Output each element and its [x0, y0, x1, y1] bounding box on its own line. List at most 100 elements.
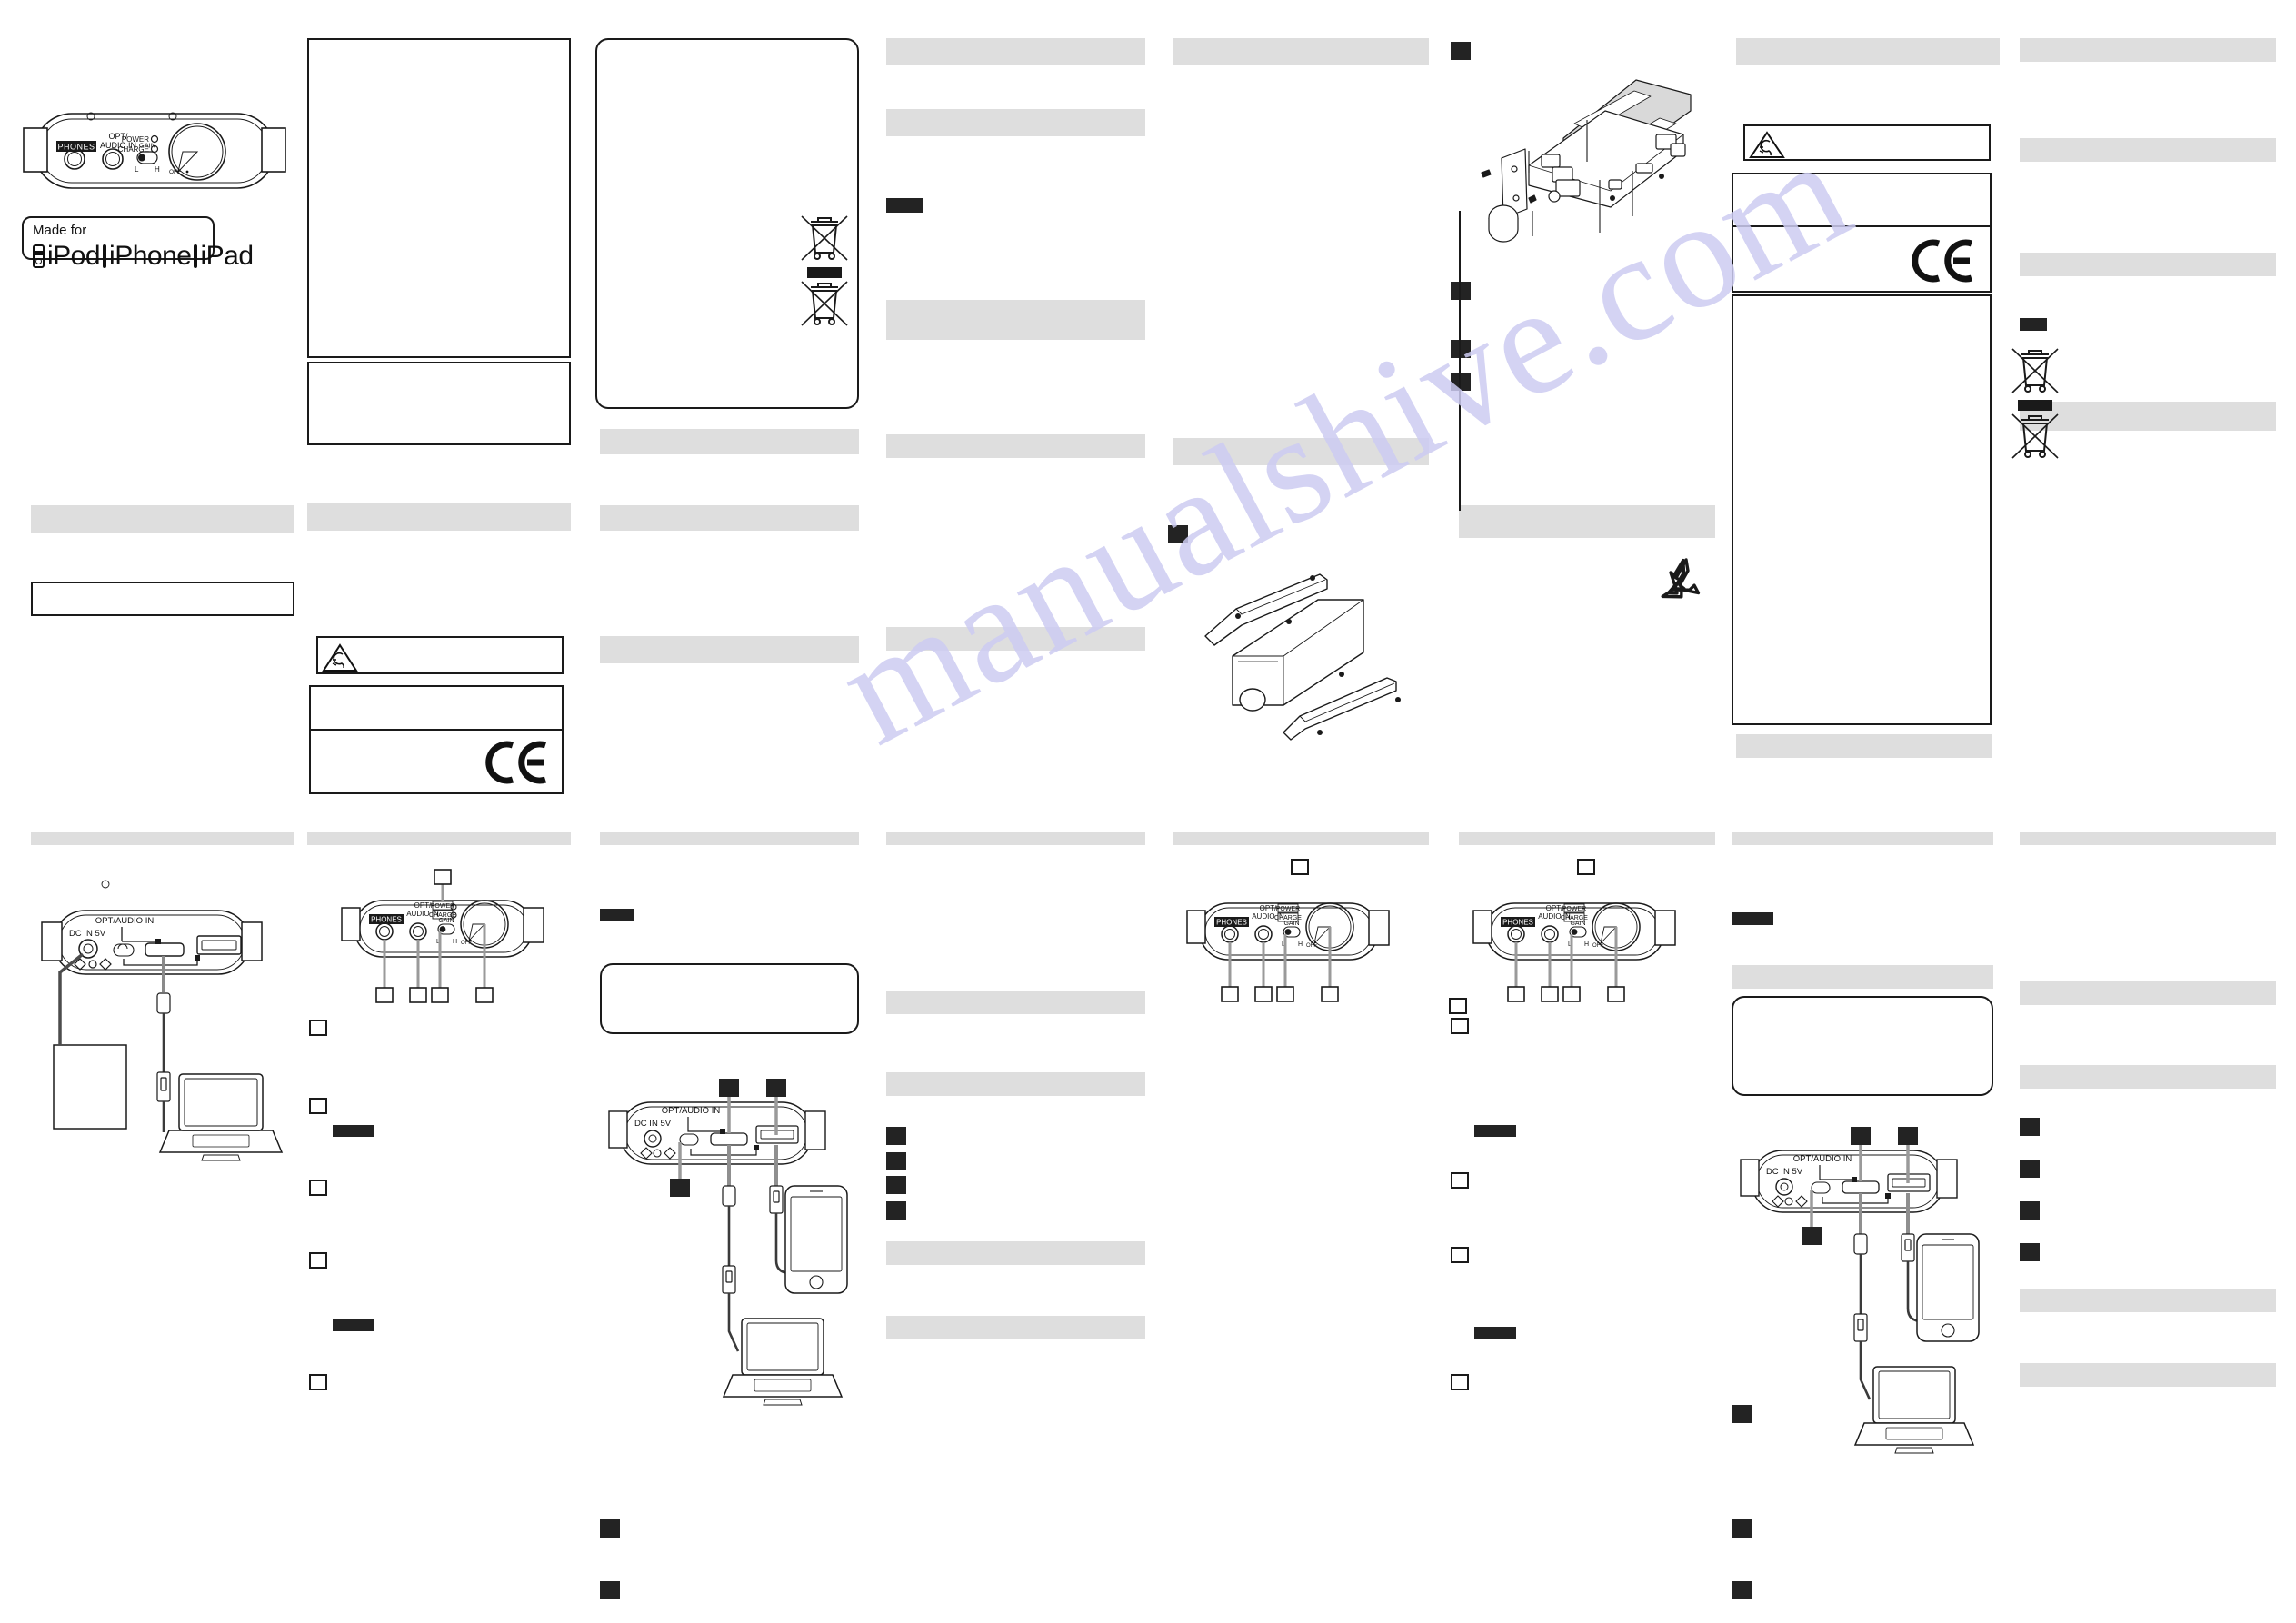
heading-bar [600, 505, 859, 531]
heading-bar [307, 503, 571, 531]
redaction-bar [2020, 318, 2047, 331]
callout-square-filled [600, 1519, 620, 1538]
section-divider [1459, 832, 1715, 845]
callout-square-filled [1732, 1519, 1752, 1538]
redaction-bar [333, 1125, 374, 1137]
heading-bar [886, 38, 1145, 65]
gain-label: GAIN [1283, 921, 1299, 927]
heading-bar [2020, 1363, 2276, 1387]
redaction-block [2020, 1243, 2040, 1261]
recycle-symbol [1658, 553, 1714, 609]
gain-label: GAIN [139, 142, 155, 150]
redaction-block [1451, 42, 1471, 60]
redaction-bar [600, 909, 634, 921]
made-for-item-ipod: iPod [47, 240, 101, 271]
callout-square [1451, 1172, 1469, 1189]
heading-bar [886, 1241, 1145, 1265]
phones-label: PHONES [371, 916, 402, 924]
rounded-box [600, 963, 859, 1034]
heading-bar [886, 109, 1145, 136]
ce-box [309, 729, 564, 794]
heading-bar [2020, 1065, 2276, 1089]
callout-square [309, 1374, 327, 1390]
ipod-icon [33, 244, 45, 268]
phones-label: PHONES [57, 143, 95, 152]
redaction-bar [2018, 400, 2052, 411]
front-panel-hero: PHONES OPT/ AUDIO IN POWER CHARGE GAIN L… [18, 105, 291, 204]
redaction-block [886, 1201, 906, 1220]
ear-warning-triangle-icon [322, 643, 358, 672]
heading-bar [886, 627, 1145, 651]
hearing-warning-box [1743, 124, 1991, 161]
heading-bar [2020, 1289, 2276, 1312]
redaction-bar [1474, 1125, 1516, 1137]
outline-box [1732, 173, 1992, 227]
heading-bar [600, 636, 859, 663]
redaction-block [1451, 373, 1471, 391]
callout-square [309, 1098, 327, 1114]
callout-square [1451, 1374, 1469, 1390]
mobius-loop-icon [1661, 558, 1701, 599]
heading-bar [1736, 38, 2000, 65]
opt-audio-in-label: OPT/AUDIO IN [662, 1106, 721, 1116]
callout-square [1451, 1247, 1469, 1263]
heading-bar [1173, 438, 1429, 465]
heading-bar [1732, 965, 1993, 989]
hearing-warning-box [316, 636, 564, 674]
callout-square [1451, 1018, 1469, 1034]
section-divider [886, 832, 1145, 845]
gain-high-label: H [453, 939, 457, 945]
phones-label: PHONES [1216, 919, 1247, 927]
volume-off-label: OFF [169, 169, 181, 175]
gain-high-label: H [1298, 941, 1303, 948]
column-rule [1459, 211, 1461, 511]
crossed-out-wheelie-bin-icon [2011, 413, 2059, 459]
opt-label-line1: OPT/ [1260, 904, 1277, 912]
callout-square [1449, 998, 1467, 1014]
section-divider [307, 832, 571, 845]
power-label: POWER [1276, 906, 1300, 912]
redaction-block [886, 1127, 906, 1145]
volume-off-label: OFF [1306, 943, 1317, 949]
front-panel-callouts: PHONES OPT/ AUDIO IN POWER CHARGE GAIN L… [1468, 880, 1695, 1025]
redaction-block [2020, 1160, 2040, 1178]
rear-panel-usb-iphone-laptop: OPT/AUDIO IN DC IN 5V [600, 1059, 873, 1440]
gain-low-label: L [135, 165, 139, 174]
ce-box [1732, 225, 1992, 293]
gain-label: GAIN [438, 918, 454, 924]
made-for-item-ipad: iPad [200, 240, 254, 271]
iphone-icon [103, 244, 107, 268]
heading-bar [886, 991, 1145, 1014]
callout-square [309, 1020, 327, 1036]
callout-square [309, 1180, 327, 1196]
ipad-icon [194, 244, 198, 268]
redaction-bar [333, 1319, 374, 1331]
dc-in-label: DC IN 5V [69, 929, 106, 939]
power-label: POWER [1562, 906, 1586, 912]
gain-label: GAIN [1570, 921, 1585, 927]
callout-square [309, 1252, 327, 1269]
heading-bar [600, 429, 859, 454]
section-divider [2020, 832, 2276, 845]
redaction-bar [807, 267, 842, 278]
opt-audio-in-label: OPT/AUDIO IN [1793, 1154, 1852, 1164]
internal-exploded-view [1472, 64, 1736, 243]
heading-bar [886, 300, 1145, 340]
tall-notes-box [1732, 294, 1992, 725]
crossed-out-wheelie-bin-icon [2011, 348, 2059, 393]
front-panel-callouts: PHONES OPT/ AUDIO IN POWER CHARGE GAIN L… [1182, 880, 1409, 1025]
dc-in-label: DC IN 5V [1766, 1167, 1803, 1177]
rounded-box [1732, 996, 1993, 1096]
crossed-out-wheelie-bin-icon [801, 281, 848, 326]
manual-page: manualshive.com PHONES OPT/ AUDIO IN POW… [0, 0, 2296, 1623]
crossed-out-wheelie-bin-icon [801, 215, 848, 261]
callout-square [1577, 859, 1595, 875]
redaction-block [2020, 1201, 2040, 1220]
opt-audio-in-label: OPT/AUDIO IN [95, 916, 155, 926]
callout-square-filled [1732, 1405, 1752, 1423]
section-divider [1173, 832, 1429, 845]
spec-box-short [307, 362, 571, 445]
section-divider [31, 832, 294, 845]
spec-box-tall [307, 38, 571, 358]
redaction-block [1451, 282, 1471, 300]
